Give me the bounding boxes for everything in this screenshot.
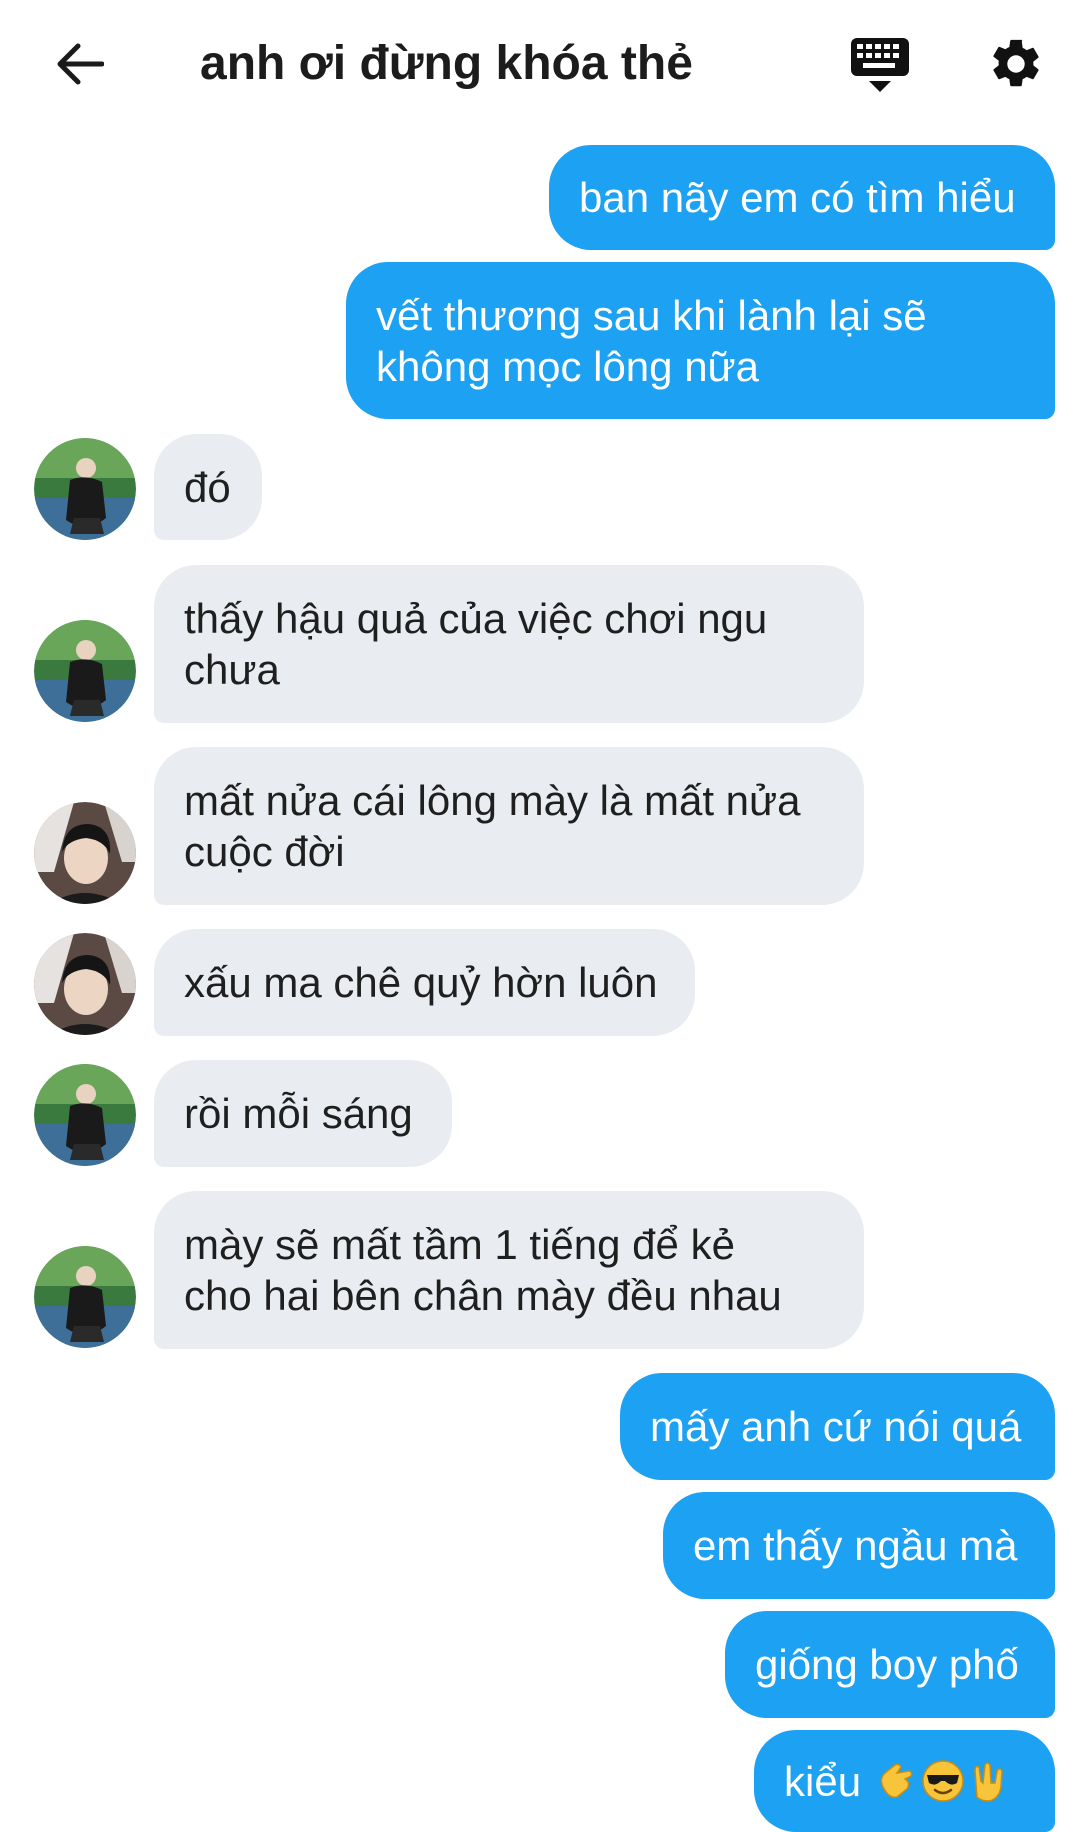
avatar[interactable] (34, 438, 136, 540)
message-bubble[interactable]: kiểu (754, 1730, 1055, 1832)
message-bubble[interactable]: ban nãy em có tìm hiểu (549, 145, 1055, 250)
keyboard-button[interactable] (846, 30, 914, 98)
chat-header: anh ơi đừng khóa thẻ (0, 0, 1080, 128)
gear-icon (993, 39, 1039, 87)
message-bubble[interactable]: mày sẽ mất tầm 1 tiếng để kẻ cho hai bên… (154, 1191, 864, 1349)
message-bubble[interactable]: xấu ma chê quỷ hờn luôn (154, 929, 695, 1036)
back-button[interactable] (44, 28, 116, 100)
keyboard-icon (851, 38, 909, 92)
sunglasses-face-icon (922, 1760, 964, 1802)
message-bubble[interactable]: vết thương sau khi lành lại sẽ không mọc… (346, 262, 1055, 419)
avatar[interactable] (34, 933, 136, 1035)
call-me-hand-icon (880, 1763, 913, 1799)
avatar[interactable] (34, 802, 136, 904)
love-you-gesture-icon (974, 1762, 1003, 1802)
emoji-group (875, 1757, 1011, 1805)
message-bubble[interactable]: rồi mỗi sáng (154, 1060, 452, 1167)
message-bubble[interactable]: thấy hậu quả của việc chơi ngu chưa (154, 565, 864, 723)
message-bubble[interactable]: đó (154, 434, 262, 540)
avatar[interactable] (34, 620, 136, 722)
message-bubble[interactable]: mấy anh cứ nói quá (620, 1373, 1055, 1480)
message-text: kiểu (784, 1757, 862, 1805)
arrow-left-icon (57, 43, 104, 85)
message-bubble[interactable]: giống boy phố (725, 1611, 1055, 1718)
message-bubble[interactable]: em thấy ngầu mà (663, 1492, 1055, 1599)
avatar[interactable] (34, 1246, 136, 1348)
message-bubble[interactable]: mất nửa cái lông mày là mất nửa cuộc đời (154, 747, 864, 905)
avatar[interactable] (34, 1064, 136, 1166)
chat-title: anh ơi đừng khóa thẻ (200, 37, 693, 90)
settings-button[interactable] (982, 30, 1050, 98)
